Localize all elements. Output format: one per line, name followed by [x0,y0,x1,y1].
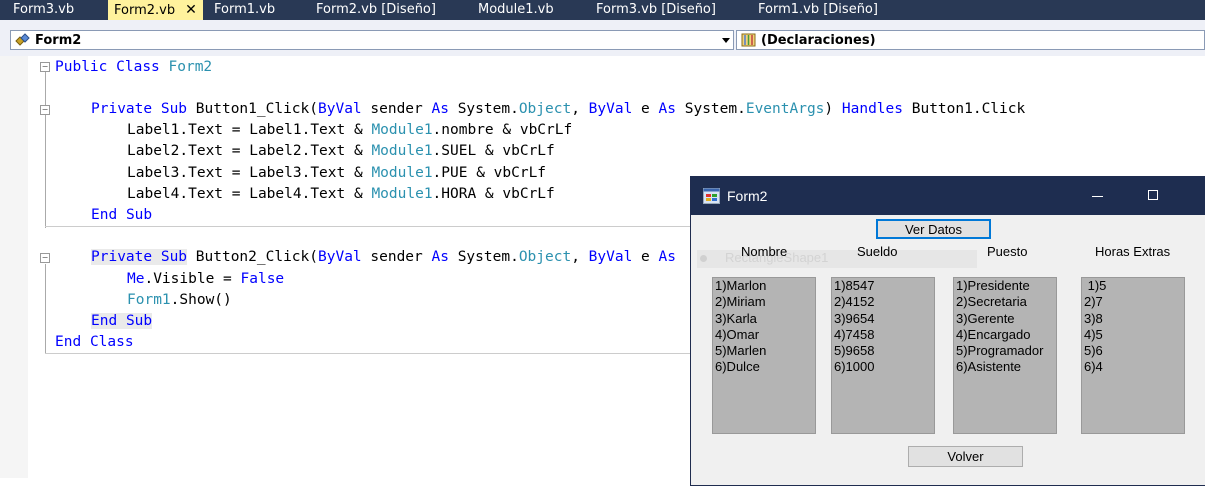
window-title: Form2 [727,188,768,204]
list-item: 4)Encargado [956,326,1031,342]
collapse-icon[interactable]: − [40,62,50,72]
tab-form2-vb[interactable]: Form2.vb ✕ [108,0,203,20]
header-puesto: Puesto [987,244,1028,259]
list-item: 3)Karla [715,310,757,326]
code-line: End Sub [91,313,153,329]
code-line: Form1.Show() [127,292,232,308]
list-item: 1)8547 [834,278,875,293]
tab-label: Form1.vb [Diseño] [758,2,878,17]
collapse-icon[interactable]: − [40,253,50,263]
sueldo-list: 1)8547 2)4152 3)9654 4)7458 5)9658 6)100… [831,277,935,434]
chevron-down-icon[interactable] [722,38,730,43]
header-sueldo: Sueldo [857,244,898,259]
editor-margin [0,56,28,478]
ver-datos-button[interactable]: Ver Datos [876,219,991,239]
tab-label: Form2.vb [114,3,176,18]
code-line: Label1.Text = Label1.Text & Module1.nomb… [127,122,573,138]
window-title-bar[interactable]: Form2 [691,177,1205,215]
members-icon [741,33,756,47]
list-item: 6)Asistente [956,359,1022,375]
list-item: 1)Marlon [715,278,767,293]
method-name-combo[interactable]: (Declaraciones) [736,30,1205,50]
list-item: 5)Marlen [715,343,767,359]
tab-form3-design[interactable]: Form3.vb [Diseño] [596,0,716,20]
class-name-value: Form2 [35,33,82,48]
code-line: Me.Visible = False [127,271,285,287]
form-icon [703,188,720,204]
list-item: 4)Omar [715,326,760,342]
class-name-combo[interactable]: Form2 [10,30,734,50]
list-item: 2)Miriam [715,294,766,310]
collapse-icon[interactable]: − [40,105,50,115]
list-item: 4)5 [1084,326,1103,342]
tab-label: Module1.vb [478,2,554,17]
nombre-list: 1)Marlon 2)Miriam 3)Karla 4)Omar 5)Marle… [712,277,816,434]
method-name-value: (Declaraciones) [761,33,876,48]
list-item: 4)7458 [834,326,875,342]
code-line: Public Class Form2 [55,59,213,75]
tab-form1-design[interactable]: Form1.vb [Diseño] [758,0,878,20]
list-item: 6)Dulce [715,359,760,375]
list-item: 2)4152 [834,294,875,310]
code-line: Label4.Text = Label4.Text & Module1.HORA… [127,186,555,202]
list-item: 6)4 [1084,359,1103,375]
header-horas-extras: Horas Extras [1095,244,1171,259]
list-item: 2)Secretaria [956,294,1027,310]
tab-module1-vb[interactable]: Module1.vb [478,0,554,20]
tab-form2-design[interactable]: Form2.vb [Diseño] [316,0,436,20]
tab-form3-vb[interactable]: Form3.vb [13,0,74,20]
list-item: 3)Gerente [956,310,1015,326]
list-item: 5)6 [1084,343,1103,359]
form2-window[interactable]: Form2 Ver Datos RectangleShape1 Nombre S… [690,176,1205,486]
tab-form1-vb[interactable]: Form1.vb [214,0,275,20]
list-item: 3)8 [1084,310,1103,326]
code-line: End Class [55,334,134,350]
code-line: Label2.Text = Label2.Text & Module1.SUEL… [127,143,555,159]
document-tab-bar: Form3.vb Form2.vb ✕ Form1.vb Form2.vb [Di… [0,0,1205,20]
maximize-icon[interactable] [1148,190,1158,200]
tab-label: Form3.vb [Diseño] [596,2,716,17]
class-icon [15,33,30,46]
navigation-bar: Form2 (Declaraciones) [0,20,1205,57]
header-nombre: Nombre [741,244,788,259]
puesto-list: 1)Presidente 2)Secretaria 3)Gerente 4)En… [953,277,1057,434]
tab-label: Form2.vb [Diseño] [316,2,436,17]
tab-label: Form3.vb [13,2,75,17]
list-item: 5)9658 [834,343,875,359]
outline-line [45,264,46,354]
close-icon[interactable]: ✕ [185,2,197,18]
circle-icon [700,255,707,262]
list-item: 5)Programador [956,343,1044,359]
list-item: 2)7 [1084,294,1103,310]
list-item: 1)5 [1084,278,1107,293]
code-line: Private Sub Button2_Click(ByVal sender A… [91,249,676,265]
volver-button[interactable]: Volver [908,446,1023,467]
minimize-icon[interactable] [1092,196,1103,197]
outline-line [45,116,46,228]
list-item: 6)1000 [834,359,875,375]
list-item: 1)Presidente [956,278,1030,293]
tab-label: Form1.vb [214,2,276,17]
horas-extras-list: 1)5 2)7 3)8 4)5 5)6 6)4 [1081,277,1185,434]
code-line: End Sub [91,207,153,223]
code-line: Label3.Text = Label3.Text & Module1.PUE … [127,165,547,181]
code-line: Private Sub Button1_Click(ByVal sender A… [91,101,1026,117]
list-item: 3)9654 [834,310,875,326]
method-separator [45,353,695,354]
